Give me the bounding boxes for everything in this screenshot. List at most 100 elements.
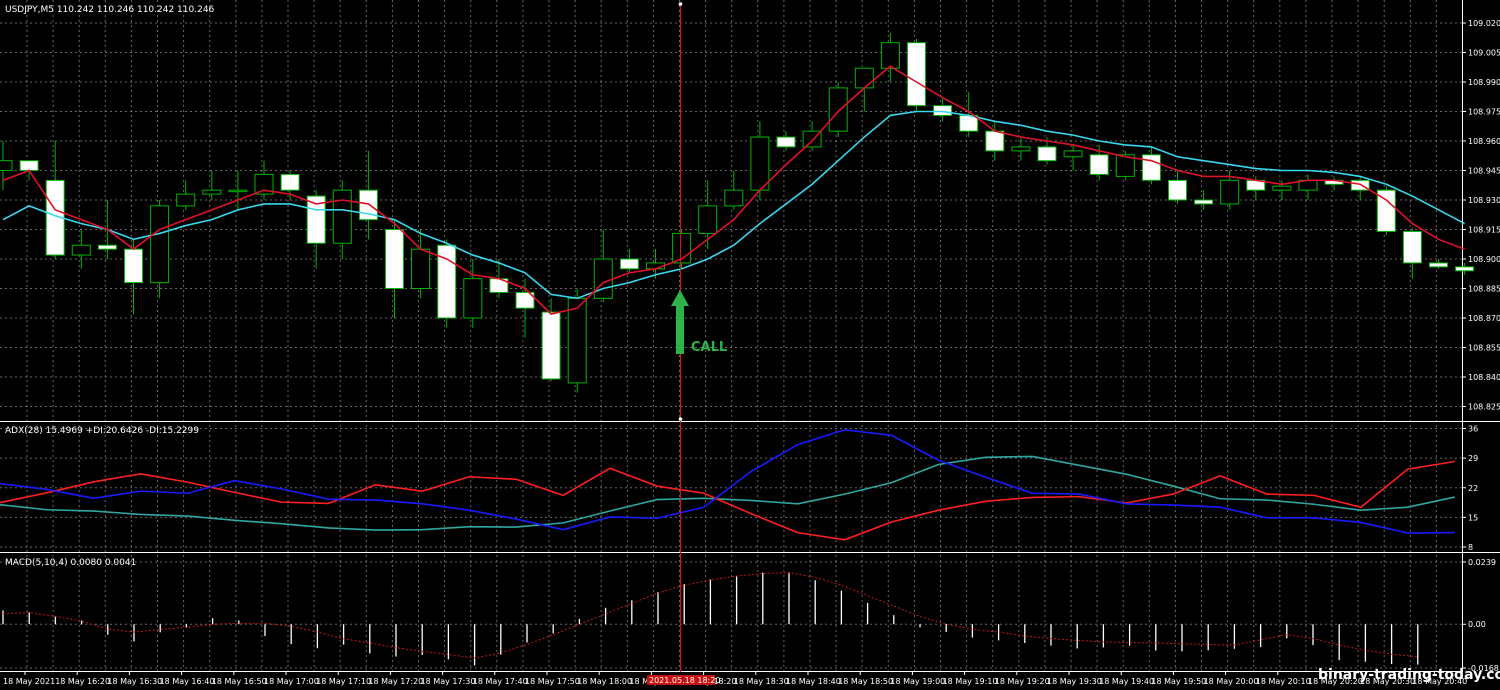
candle-body-bull xyxy=(332,189,352,244)
candle-body-bear xyxy=(959,114,979,132)
main-chart-header: USDJPY,M5 110.242 110.246 110.242 110.24… xyxy=(5,5,215,15)
candle xyxy=(1141,146,1161,185)
candle xyxy=(880,32,900,82)
macd-tick-label: 0.00 xyxy=(1468,620,1486,629)
candle-body-bear xyxy=(1168,179,1187,201)
candle-body-bear xyxy=(1037,146,1057,162)
candle-body-bear xyxy=(385,229,404,289)
candle xyxy=(124,239,143,315)
candle xyxy=(1429,259,1448,269)
candlestick-series xyxy=(0,32,1475,393)
candle-body-bull xyxy=(463,278,483,319)
candle xyxy=(254,160,274,200)
candle xyxy=(385,219,404,318)
candle xyxy=(750,121,770,200)
macd-histogram xyxy=(2,572,1419,666)
candle-body-bull xyxy=(854,67,874,89)
time-tick-label: 18 May 17:00 xyxy=(264,677,319,686)
candle xyxy=(1376,186,1396,236)
price-tick-label: 108.885 xyxy=(1468,285,1500,294)
candle-body-bull xyxy=(698,205,718,234)
candle xyxy=(1455,262,1475,275)
candle xyxy=(463,259,483,328)
time-tick-label: 18 May 18:40 xyxy=(786,677,841,686)
adx-tick-label: 8 xyxy=(1468,543,1473,552)
watermark: binary-trading-today.com xyxy=(1318,667,1500,683)
candle xyxy=(567,288,587,393)
time-tick-label: 18 May 17:10 xyxy=(316,677,371,686)
adx-tick-label: 36 xyxy=(1468,425,1478,434)
price-tick-label: 109.020 xyxy=(1468,19,1500,28)
price-tick-label: 108.960 xyxy=(1468,137,1500,146)
candle-body-bear xyxy=(985,130,1005,152)
price-tick-label: 108.930 xyxy=(1468,196,1500,205)
candle-body-bull xyxy=(1063,150,1083,158)
price-tick-label: 108.825 xyxy=(1468,403,1500,412)
macd-axis: 0.02390.00-0.0168 xyxy=(1462,558,1499,673)
adx-tick-label: 22 xyxy=(1468,484,1478,493)
candle-body-bull xyxy=(411,248,431,290)
candle xyxy=(202,170,222,200)
price-tick-label: 108.945 xyxy=(1468,167,1500,176)
candle-body-bull xyxy=(202,189,222,195)
time-tick-label: 18 May 17:50 xyxy=(525,677,580,686)
candle xyxy=(672,229,692,269)
price-tick-label: 108.915 xyxy=(1468,226,1500,235)
candle-body-bull xyxy=(593,258,613,299)
candle-body-bull xyxy=(567,297,587,384)
adx-tick-label: 15 xyxy=(1468,513,1478,522)
candle-body-bear xyxy=(776,136,796,148)
candle xyxy=(724,170,744,210)
time-tick-label: 18 May 18:00 xyxy=(577,677,632,686)
candle xyxy=(150,200,170,299)
candle-body-bull xyxy=(828,87,848,132)
time-tick-label: 18 May 17:20 xyxy=(368,677,423,686)
time-tick-label: 18 May 19:50 xyxy=(1151,677,1206,686)
adx-header: ADX(28) 15.4969 +DI:20.6426 -DI:15.2299 xyxy=(5,426,199,436)
macd-tick-label: 0.0239 xyxy=(1468,558,1496,567)
candle-body-bear xyxy=(280,173,300,191)
time-tick-label: 18 May 2021 xyxy=(3,677,55,686)
candle-body-bear xyxy=(124,248,143,284)
time-highlight: 2021.05.18 18:20 xyxy=(649,676,720,685)
price-tick-label: 108.840 xyxy=(1468,373,1500,382)
time-tick-label: 18 May 18:30 xyxy=(734,677,789,686)
price-axis: 109.020 109.005 108.990 108.975 108.960 108.9… xyxy=(1462,19,1500,412)
candle-body-bear xyxy=(19,160,39,172)
candle-body-bull xyxy=(750,136,770,191)
time-axis: 18 May 2021 18 May 16:2018 May 16:30 18 Ma… xyxy=(3,671,1467,686)
candle xyxy=(411,229,431,299)
candle-body-bear xyxy=(907,42,926,107)
minus-di-line xyxy=(0,460,1455,541)
macd-header: MACD(5,10,4) 0.0080 0.0041 xyxy=(5,558,136,568)
candle xyxy=(541,298,561,381)
time-tick-label: 18 May 16:20 xyxy=(55,677,110,686)
candle-body-bull xyxy=(150,205,170,284)
candle xyxy=(1168,170,1187,204)
adx-lines xyxy=(0,428,1455,541)
candle-body-bear xyxy=(1455,266,1475,272)
candle-body-bull xyxy=(228,189,248,193)
call-label: CALL xyxy=(691,340,727,355)
candle-body-bull xyxy=(724,189,744,207)
candle-body-bull xyxy=(1011,146,1031,152)
time-tick-label: 18 May 19:10 xyxy=(943,677,998,686)
price-tick-label: 108.990 xyxy=(1468,78,1500,87)
call-arrow-icon xyxy=(671,290,689,354)
price-tick-label: 109.005 xyxy=(1468,49,1500,58)
candle xyxy=(332,180,352,259)
cursor-marker-bottom xyxy=(678,417,683,421)
price-tick-label: 108.975 xyxy=(1468,108,1500,117)
candle xyxy=(776,131,796,151)
candle-body-bear xyxy=(1089,154,1109,175)
candle xyxy=(1011,137,1031,161)
candle xyxy=(1298,174,1318,200)
candle xyxy=(1402,227,1422,279)
chart-grid xyxy=(0,0,1462,671)
time-tick-label: 18 May 18:50 xyxy=(838,677,893,686)
price-tick-label: 108.870 xyxy=(1468,314,1500,323)
trading-chart[interactable]: CALL USDJPY,M5 110.242 110.246 110.242 1… xyxy=(0,0,1500,690)
time-tick-label: 18 May 16:30 xyxy=(107,677,162,686)
candle xyxy=(437,239,457,328)
candle-body-bear xyxy=(1429,262,1448,268)
